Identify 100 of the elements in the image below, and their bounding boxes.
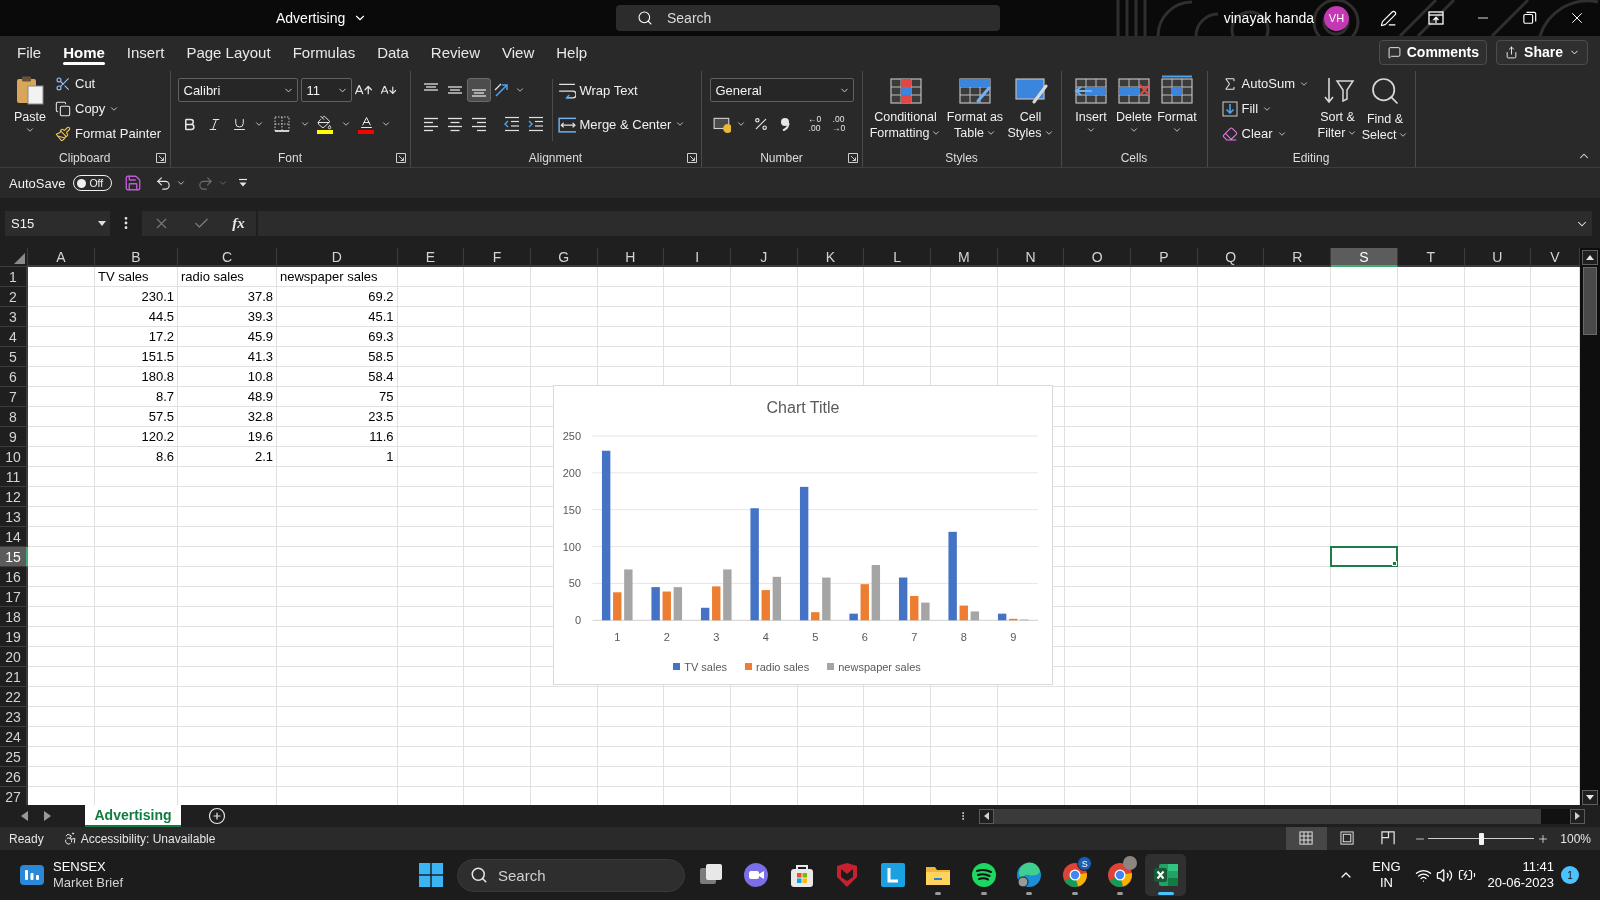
copy-button[interactable]: Copy: [54, 96, 163, 121]
column-header[interactable]: G: [530, 248, 598, 267]
row-header[interactable]: 5: [0, 347, 28, 367]
row-header[interactable]: 3: [0, 307, 28, 327]
text-orientation-icon[interactable]: [493, 82, 510, 98]
dialog-launcher-icon[interactable]: [155, 153, 166, 163]
selected-cell[interactable]: [1330, 546, 1398, 567]
select-all-icon[interactable]: [14, 253, 25, 264]
column-header[interactable]: V: [1531, 248, 1580, 267]
decrease-decimal-button[interactable]: .00 →0: [826, 112, 851, 136]
column-header[interactable]: A: [28, 248, 95, 267]
fill-color-icon[interactable]: [315, 114, 334, 134]
bold-icon[interactable]: [182, 116, 197, 132]
comma-style-icon[interactable]: [779, 117, 790, 131]
percent-icon[interactable]: [752, 116, 769, 132]
chevron-down-icon[interactable]: [253, 119, 264, 129]
row-header[interactable]: 20: [0, 647, 28, 667]
sound-waves-icon[interactable]: [970, 862, 997, 888]
clock[interactable]: 11:41 20-06-2023: [1487, 859, 1554, 891]
chat-camera-icon[interactable]: [743, 862, 770, 888]
column-header[interactable]: C: [178, 248, 277, 267]
ribbon-tab[interactable]: Review: [419, 36, 491, 68]
font-size-dropdown[interactable]: 11: [300, 78, 352, 102]
formula-input[interactable]: [258, 211, 1592, 236]
document-title-button[interactable]: Advertising: [276, 5, 368, 31]
column-header[interactable]: Q: [1197, 248, 1265, 267]
cut-button[interactable]: Cut: [54, 71, 163, 96]
pen-icon[interactable]: [1380, 9, 1397, 27]
scroll-down-icon[interactable]: [1586, 795, 1594, 800]
font-color-icon[interactable]: [357, 114, 375, 134]
ribbon-tab[interactable]: Home: [52, 36, 116, 68]
row-header[interactable]: 14: [0, 527, 28, 547]
search-field[interactable]: Search: [616, 5, 1000, 31]
row-header[interactable]: 27: [0, 787, 28, 805]
row-header[interactable]: 10: [0, 447, 28, 467]
row-header[interactable]: 17: [0, 587, 28, 607]
undo-icon[interactable]: [154, 174, 172, 192]
column-header[interactable]: L: [864, 248, 931, 267]
ribbon-tab[interactable]: Formulas: [281, 36, 367, 68]
column-header[interactable]: R: [1264, 248, 1332, 267]
row-header[interactable]: 13: [0, 507, 28, 527]
browser-icon[interactable]: [1061, 862, 1088, 888]
conditional-formatting-button[interactable]: Conditional Formatting: [865, 71, 946, 141]
row-header[interactable]: 25: [0, 747, 28, 767]
normal-view-button[interactable]: [1286, 827, 1328, 850]
browser-icon[interactable]: [1107, 862, 1134, 888]
scroll-right-icon[interactable]: [1575, 812, 1580, 820]
chevron-down-icon[interactable]: [299, 119, 310, 129]
add-sheet-icon[interactable]: [208, 807, 226, 825]
row-header[interactable]: 26: [0, 767, 28, 787]
sort-filter-button[interactable]: Sort & Filter: [1313, 71, 1362, 141]
column-header[interactable]: P: [1131, 248, 1198, 267]
taskbar-search-field[interactable]: Search: [457, 858, 685, 892]
ribbon-display-icon[interactable]: [1427, 10, 1444, 26]
vertical-scrollbar[interactable]: [1580, 248, 1600, 805]
merge-center-button[interactable]: Merge & Center: [556, 111, 688, 137]
row-header[interactable]: 8: [0, 407, 28, 427]
shopping-bag-icon[interactable]: [788, 862, 815, 888]
italic-icon[interactable]: [206, 116, 222, 132]
clear-button[interactable]: Clear: [1220, 121, 1314, 146]
font-name-dropdown[interactable]: Calibri: [177, 78, 298, 102]
row-header[interactable]: 2: [0, 287, 28, 307]
share-button[interactable]: Share: [1496, 39, 1588, 65]
app-tile-icon[interactable]: [879, 862, 906, 888]
column-header[interactable]: I: [664, 248, 731, 267]
paste-button[interactable]: Paste: [10, 71, 50, 135]
start-icon[interactable]: [419, 863, 443, 887]
column-header[interactable]: J: [730, 248, 798, 267]
ribbon-tab[interactable]: Help: [545, 36, 599, 68]
column-header[interactable]: M: [931, 248, 998, 267]
save-icon[interactable]: [124, 174, 143, 192]
chevron-down-icon[interactable]: [176, 178, 187, 188]
format-cells-button[interactable]: Format: [1155, 71, 1199, 135]
chevron-down-icon[interactable]: [514, 85, 525, 95]
column-header[interactable]: S: [1331, 248, 1398, 267]
format-painter-button[interactable]: Format Painter: [54, 121, 163, 146]
column-header[interactable]: E: [397, 248, 465, 267]
language-indicator[interactable]: ENG IN: [1372, 859, 1401, 891]
decrease-indent-icon[interactable]: [503, 116, 520, 132]
scrollbar-thumb[interactable]: [1583, 267, 1597, 335]
row-header[interactable]: 6: [0, 367, 28, 387]
column-header[interactable]: H: [597, 248, 665, 267]
autosum-button[interactable]: AutoSum: [1220, 71, 1314, 96]
column-header[interactable]: T: [1397, 248, 1465, 267]
ribbon-tab[interactable]: View: [491, 36, 546, 68]
row-header[interactable]: 9: [0, 427, 28, 447]
customize-toolbar-icon[interactable]: [238, 178, 249, 188]
name-box[interactable]: S15: [5, 211, 110, 236]
row-header[interactable]: 23: [0, 707, 28, 727]
format-as-table-button[interactable]: Format as Table: [945, 71, 1005, 141]
widget-icon[interactable]: [20, 863, 44, 887]
increase-decimal-button[interactable]: ←0 .00: [802, 112, 827, 136]
borders-icon[interactable]: [273, 116, 290, 132]
row-header[interactable]: 4: [0, 327, 28, 347]
chevron-down-icon[interactable]: [380, 119, 391, 129]
number-format-dropdown[interactable]: General: [709, 78, 854, 102]
increase-indent-icon[interactable]: [527, 116, 544, 132]
ribbon-tab[interactable]: Insert: [115, 36, 176, 68]
insert-cells-button[interactable]: Insert: [1069, 71, 1113, 135]
scroll-left-icon[interactable]: [984, 812, 989, 820]
